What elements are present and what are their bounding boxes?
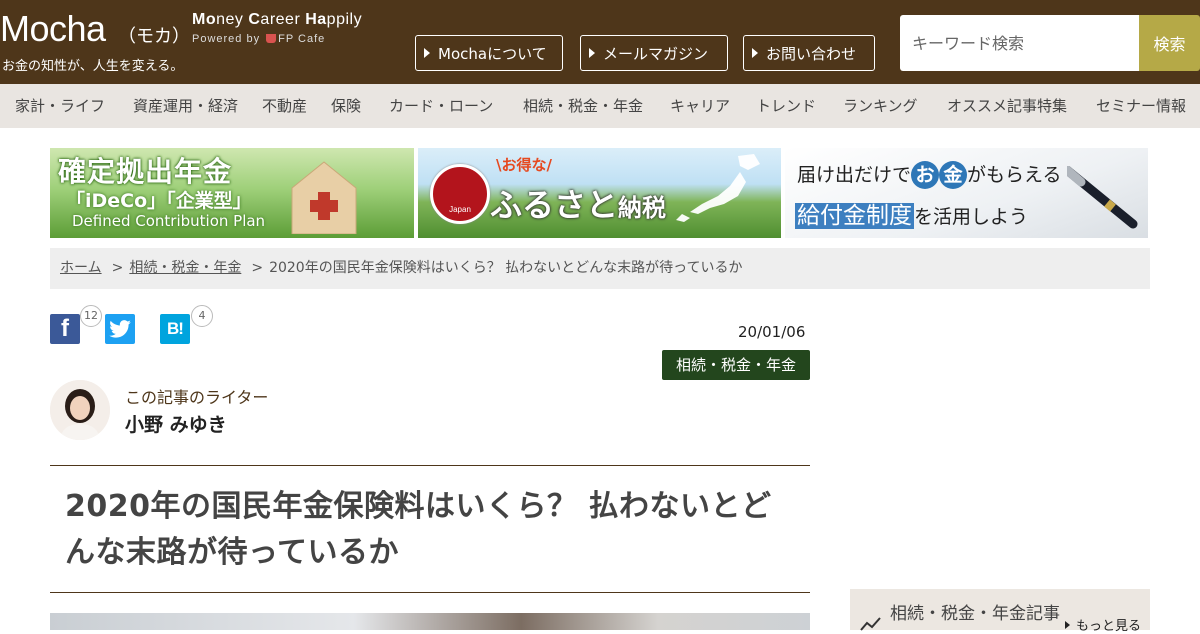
twitter-share-button[interactable] <box>105 314 135 344</box>
breadcrumb-current: 2020年の国民年金保険料はいくら？ 払わないとどんな末路が待っているか <box>269 260 743 276</box>
breadcrumb-home[interactable]: ホーム <box>60 260 102 276</box>
nav-item-investment[interactable]: 資産運用・経済 <box>133 84 238 128</box>
breadcrumb-separator: > <box>111 260 124 276</box>
nav-item-trend[interactable]: トレンド <box>756 84 816 128</box>
powered-by: Powered by FP Cafe <box>192 33 326 45</box>
breadcrumb-separator: > <box>251 260 264 276</box>
nav-item-inheritance-tax-pension[interactable]: 相続・税金・年金 <box>523 84 643 128</box>
furusato-title: ふるさと納税 <box>490 186 667 224</box>
triangle-right-icon <box>1065 620 1070 629</box>
title-rule-top <box>50 465 810 466</box>
breadcrumb-category[interactable]: 相続・税金・年金 <box>129 260 241 276</box>
ideco-banner-en: Defined Contribution Plan <box>72 212 266 230</box>
writer-portrait <box>50 380 110 440</box>
house-icon <box>291 161 357 234</box>
site-logo[interactable]: Mocha <box>0 8 106 50</box>
category-nav: 家計・ライフ 資産運用・経済 不動産 保険 カード・ローン 相続・税金・年金 キ… <box>0 84 1200 128</box>
writer-avatar[interactable] <box>50 380 110 440</box>
writer-name[interactable]: 小野 みゆき <box>125 410 227 437</box>
twitter-bird-icon <box>109 320 131 338</box>
article-category-badge[interactable]: 相続・税金・年金 <box>662 350 810 380</box>
kyufukin-line2: 給付金制度 を活用しよう <box>795 203 1029 229</box>
article-title: 2020年の国民年金保険料はいくら？ 払わないとどんな末路が待っているか <box>65 489 772 570</box>
kyufukin-line1: 届け出だけでお金がもらえる <box>797 160 1061 189</box>
nav-item-featured[interactable]: オススメ記事特集 <box>947 84 1067 128</box>
ideco-banner-title: 確定拠出年金 <box>58 155 233 188</box>
hatena-icon: B! <box>167 319 184 338</box>
search-input[interactable] <box>900 15 1140 71</box>
nav-item-ranking[interactable]: ランキング <box>843 84 918 128</box>
triangle-right-icon <box>752 48 758 58</box>
hatena-bookmark-count: 4 <box>191 305 213 327</box>
japan-map-icon <box>676 154 760 222</box>
title-rule-bottom <box>50 592 810 593</box>
nav-item-seminar[interactable]: セミナー情報 <box>1096 84 1186 128</box>
kyufukin-banner[interactable]: 届け出だけでお金がもらえる 給付金制度 を活用しよう <box>785 148 1148 238</box>
site-header: Mocha （モカ） Money Career Happily Powered … <box>0 0 1200 84</box>
cafe-cup-icon <box>266 34 277 43</box>
triangle-right-icon <box>589 48 595 58</box>
article-hero-image <box>50 613 810 630</box>
nav-item-insurance[interactable]: 保険 <box>331 84 361 128</box>
sidebar-category-title: 相続・税金・年金記事 <box>890 604 1060 624</box>
nav-item-household[interactable]: 家計・ライフ <box>15 84 105 128</box>
nav-item-career[interactable]: キャリア <box>670 84 730 128</box>
article-date: 20/01/06 <box>738 323 806 341</box>
about-button[interactable]: Mochaについて <box>415 35 563 71</box>
trend-chart-icon <box>860 617 881 631</box>
ideco-banner[interactable]: 確定拠出年金 「iDeCo」「企業型」 Defined Contribution… <box>50 148 414 238</box>
triangle-right-icon <box>424 48 430 58</box>
pen-icon <box>1067 166 1138 229</box>
nav-item-card-loan[interactable]: カード・ローン <box>389 84 493 128</box>
hatena-bookmark-button[interactable]: B! <box>160 314 190 344</box>
logo-kana: （モカ） <box>118 26 190 47</box>
ideco-banner-sub: 「iDeCo」「企業型」 <box>66 190 252 212</box>
facebook-share-count: 12 <box>80 305 102 327</box>
nav-item-realestate[interactable]: 不動産 <box>262 84 307 128</box>
sidebar-category-box: 相続・税金・年金記事 もっと見る <box>850 589 1150 634</box>
writer-label: この記事のライター <box>125 388 269 407</box>
facebook-share-button[interactable]: f <box>50 314 80 344</box>
breadcrumb: ホーム > 相続・税金・年金 >2020年の国民年金保険料はいくら？ 払わないとどんな… <box>50 248 1150 289</box>
site-subcopy: お金の知性が、人生を変える。 <box>2 59 184 74</box>
furusato-otoku: \お得な/ <box>496 156 552 174</box>
newsletter-button[interactable]: メールマガジン <box>580 35 728 71</box>
furusato-seal: Japan <box>430 164 490 224</box>
contact-button[interactable]: お問い合わせ <box>743 35 875 71</box>
search-button[interactable]: 検索 <box>1139 15 1200 71</box>
see-more-link[interactable]: もっと見る <box>1065 615 1141 634</box>
furusato-banner[interactable]: Japan \お得な/ ふるさと納税 <box>418 148 781 238</box>
facebook-icon: f <box>61 315 69 342</box>
tagline-english: Money Career Happily <box>192 11 363 28</box>
